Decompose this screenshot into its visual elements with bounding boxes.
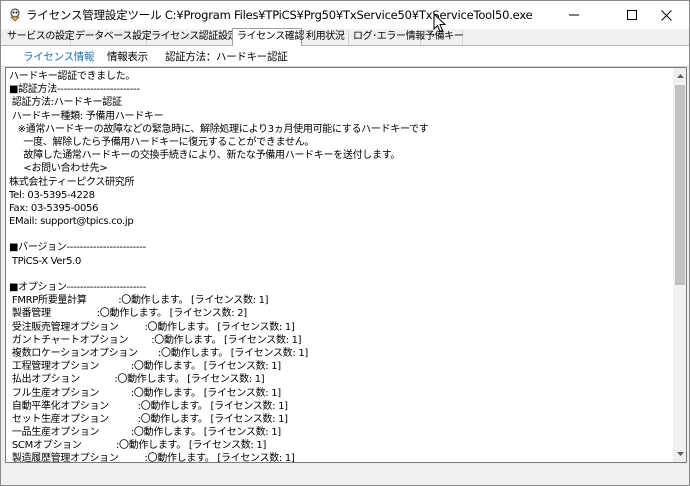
text-line: FMRP所要量計算 :〇動作します。 [ライセンス数: 1] bbox=[9, 295, 269, 307]
text-line: フル生産オプション :〇動作します。 [ライセンス数: 1] bbox=[9, 387, 281, 399]
scroll-down-icon bbox=[676, 452, 684, 456]
subtab-divider bbox=[92, 50, 93, 63]
vertical-scrollbar[interactable] bbox=[673, 68, 686, 462]
text-line: <お問い合わせ先> bbox=[9, 163, 108, 175]
text-line: ハードキー認証できました。 bbox=[9, 71, 136, 82]
scroll-thumb[interactable] bbox=[675, 85, 685, 285]
license-info-content: ハードキー認証できました。 ■認証方法---------------------… bbox=[9, 70, 669, 463]
tab-database-settings[interactable]: データベース設定 bbox=[71, 30, 152, 45]
close-button[interactable] bbox=[643, 1, 689, 29]
text-line: ■バージョン------------------------ bbox=[9, 242, 146, 254]
text-line: 払出オプション :〇動作します。 [ライセンス数: 1] bbox=[9, 374, 265, 386]
text-line: Fax: 03-5395-0056 bbox=[9, 202, 99, 214]
scroll-up-button[interactable] bbox=[673, 68, 686, 84]
mouse-cursor-icon bbox=[433, 13, 447, 33]
close-icon bbox=[660, 9, 672, 21]
text-line: 認証方法:ハードキー認証 bbox=[9, 97, 122, 109]
text-line: ■オプション------------------------ bbox=[9, 282, 147, 293]
app-icon bbox=[10, 8, 20, 22]
text-line bbox=[9, 228, 669, 241]
text-line: セット生産オプション :〇動作します。 [ライセンス数: 1] bbox=[9, 413, 288, 425]
main-tab-bar: サービスの設定 データベース設定 ライセンス認証設定 ライセンス確認 利用状況 … bbox=[1, 28, 689, 46]
text-line: TPiCS-X Ver5.0 bbox=[9, 255, 82, 267]
tab-usage-status[interactable]: 利用状況 bbox=[302, 30, 349, 45]
text-line: ※通常ハードキーの故障などの緊急時に、解除処理により3ヵ月使用可能にするハードキ… bbox=[9, 123, 429, 135]
sub-tab-bar: ライセンス情報 情報表示 認証方法：ハードキー認証 bbox=[1, 46, 689, 67]
title-bar[interactable]: ライセンス管理設定ツール C:¥Program Files¥TPiCS¥Prg5… bbox=[1, 1, 689, 29]
maximize-icon bbox=[627, 10, 637, 20]
text-line: EMail: support@tpics.co.jp bbox=[9, 216, 134, 228]
minimize-button[interactable] bbox=[551, 1, 597, 29]
text-line: Tel: 03-5395-4228 bbox=[9, 189, 95, 201]
text-line: 複数ロケーションオプション :〇動作します。 [ライセンス数: 1] bbox=[9, 347, 308, 359]
tab-log-error-info[interactable]: ログ･エラー情報 bbox=[349, 30, 425, 45]
app-window: ライセンス管理設定ツール C:¥Program Files¥TPiCS¥Prg5… bbox=[0, 0, 690, 486]
subtab-info-display[interactable]: 情報表示 bbox=[107, 49, 148, 64]
text-line: 工程管理オプション :〇動作します。 [ライセンス数: 1] bbox=[9, 361, 281, 373]
text-line: 一品生産オプション :〇動作します。 [ライセンス数: 1] bbox=[9, 427, 281, 439]
window-title: ライセンス管理設定ツール C:¥Program Files¥TPiCS¥Prg5… bbox=[26, 8, 533, 22]
scroll-down-button[interactable] bbox=[673, 446, 686, 462]
text-line: 故障した通常ハードキーの交換手続きにより、新たな予備用ハードキーを送付します。 bbox=[9, 150, 401, 162]
tab-service-settings[interactable]: サービスの設定 bbox=[3, 30, 75, 45]
text-line: 一度、解除したら予備用ハードキーに復元することができません。 bbox=[9, 136, 315, 148]
text-line: ハードキー種類: 予備用ハードキー bbox=[9, 110, 164, 122]
tab-license-auth-settings[interactable]: ライセンス認証設定 bbox=[147, 30, 238, 45]
scroll-up-icon bbox=[676, 74, 684, 78]
license-info-textarea[interactable]: ハードキー認証できました。 ■認証方法---------------------… bbox=[5, 67, 687, 463]
text-line: ■認証方法------------------------- bbox=[9, 84, 140, 96]
text-line: 製番管理 :〇動作します。 [ライセンス数: 2] bbox=[9, 308, 247, 320]
tab-license-check[interactable]: ライセンス確認 bbox=[232, 28, 304, 46]
minimize-icon bbox=[569, 14, 579, 16]
text-line: ガントチャートオプション :〇動作します。 [ライセンス数: 1] bbox=[9, 334, 302, 346]
text-line: 製造履歴管理オプション :〇動作します。 [ライセンス数: 1] bbox=[9, 453, 295, 463]
text-line bbox=[9, 268, 669, 281]
text-line: 受注販売管理オプション :〇動作します。 [ライセンス数: 1] bbox=[9, 321, 295, 333]
text-line: SCMオプション :〇動作します。 [ライセンス数: 1] bbox=[9, 440, 267, 452]
text-line: 自動平準化オプション :〇動作します。 [ライセンス数: 1] bbox=[9, 400, 288, 412]
subtab-license-info[interactable]: ライセンス情報 bbox=[23, 49, 95, 64]
text-line: 株式会社ティーピクス研究所 bbox=[9, 176, 135, 188]
auth-method-label: 認証方法：ハードキー認証 bbox=[165, 51, 288, 63]
